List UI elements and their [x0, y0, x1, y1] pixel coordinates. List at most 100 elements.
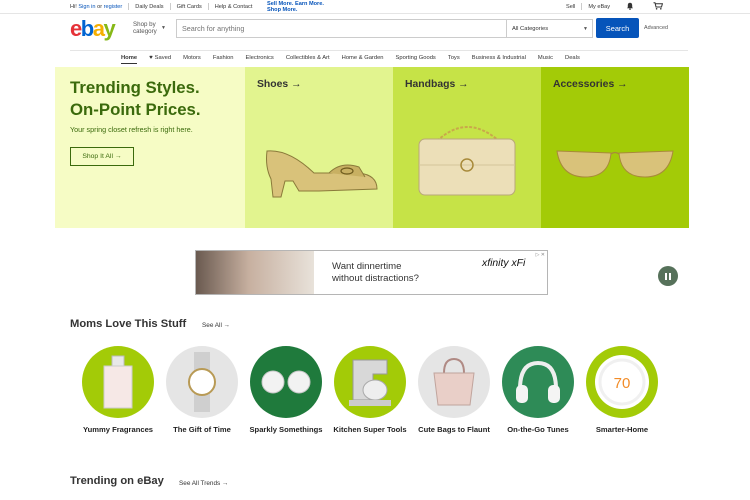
nav-item-collectibles[interactable]: Collectibles & Art — [286, 55, 330, 61]
ad-line-2: without distractions? — [332, 273, 419, 284]
pause-icon — [665, 272, 667, 280]
nav-item-music[interactable]: Music — [538, 55, 553, 61]
help-contact-link[interactable]: Help & Contact — [215, 4, 253, 10]
ad-brand-product: xFi — [511, 258, 526, 269]
hero-subtitle: Your spring closet refresh is right here… — [70, 125, 193, 134]
moms-see-all-link[interactable]: See All → — [202, 322, 230, 329]
category-label: On-the-Go Tunes — [507, 425, 569, 434]
category-label: Yummy Fragrances — [82, 425, 154, 434]
advertisement-banner[interactable]: Want dinnertime without distractions? xf… — [195, 250, 548, 295]
top-bar-right: Sell My eBay — [566, 3, 610, 10]
nav-item-home[interactable]: Home — [121, 55, 138, 64]
nav-item-home-garden[interactable]: Home & Garden — [342, 55, 384, 61]
divider — [581, 3, 583, 10]
category-card-kitchen[interactable]: Kitchen Super Tools — [333, 346, 407, 435]
sell-promo-link[interactable]: Sell More. Earn More. Shop More. — [267, 1, 337, 13]
hero-panel-accessories[interactable]: Accessories → — [541, 67, 689, 228]
hero-panel-label: Handbags — [405, 79, 456, 90]
pause-icon — [669, 272, 671, 280]
moms-section-title: Moms Love This Stuff — [70, 318, 187, 330]
or-text: or — [97, 3, 103, 10]
earrings-icon — [261, 370, 311, 394]
nav-item-fashion[interactable]: Fashion — [213, 55, 234, 61]
advanced-search-link[interactable]: Advanced — [644, 25, 668, 31]
see-all-trends-label: See All Trends — [179, 480, 221, 487]
nav-item-sporting-goods[interactable]: Sporting Goods — [396, 55, 436, 61]
sunglasses-image — [556, 150, 674, 178]
register-link[interactable]: register — [104, 4, 123, 10]
ad-brand: xfinity xFi — [482, 258, 525, 269]
nav-item-toys[interactable]: Toys — [448, 55, 460, 61]
category-card-bags[interactable]: Cute Bags to Flaunt — [418, 346, 490, 435]
heart-icon: ♥ — [149, 55, 153, 61]
chevron-down-icon: ▼ — [161, 25, 166, 31]
see-all-label: See All — [202, 322, 222, 329]
ebay-logo[interactable]: ebay — [70, 16, 116, 41]
category-nav: Home ♥ Saved Motors Fashion Electronics C… — [121, 55, 592, 64]
ad-choices-icon[interactable]: ▷ ✕ — [536, 252, 545, 258]
sign-in-link[interactable]: Sign in — [78, 4, 95, 10]
nav-item-deals[interactable]: Deals — [565, 55, 580, 61]
notification-bell-icon[interactable] — [626, 2, 634, 10]
category-image — [82, 346, 154, 418]
category-label: Smarter-Home — [595, 425, 649, 434]
top-bar-left: Hi! Sign in or register Daily Deals Gift… — [70, 3, 252, 10]
category-image — [334, 346, 406, 418]
hero-banner: Trending Styles. On-Point Prices. Your s… — [55, 67, 689, 286]
my-ebay-link[interactable]: My eBay — [588, 4, 610, 10]
category-card-headphones[interactable]: On-the-Go Tunes — [502, 346, 574, 435]
bag-icon — [433, 357, 475, 406]
search-input[interactable] — [177, 20, 506, 37]
category-image — [502, 346, 574, 418]
gift-cards-link[interactable]: Gift Cards — [177, 4, 202, 10]
top-bar: Hi! Sign in or register Daily Deals Gift… — [0, 0, 750, 14]
nav-item-business[interactable]: Business & Industrial — [472, 55, 526, 61]
hero-panel-title: Accessories → — [553, 79, 628, 90]
category-card-jewelry[interactable]: Sparkly Somethings — [249, 346, 323, 435]
pause-carousel-button[interactable] — [658, 266, 678, 286]
category-select-value: All Categories — [512, 25, 549, 32]
sell-link[interactable]: Sell — [566, 4, 575, 10]
logo-letter-e: e — [70, 16, 82, 41]
divider — [169, 3, 171, 10]
nav-divider — [70, 50, 688, 51]
search-button[interactable]: Search — [596, 18, 639, 38]
ad-photo — [196, 251, 314, 294]
moms-category-list: Yummy Fragrances The Gift of Time Sparkl… — [82, 346, 670, 435]
category-image: 70 — [586, 346, 658, 418]
handbag-image — [418, 126, 516, 196]
divider — [128, 3, 130, 10]
hero-panel-handbags[interactable]: Handbags → — [393, 67, 541, 228]
shop-by-line-2: category — [133, 28, 157, 35]
promo-line-2: Shop More. — [267, 7, 298, 13]
ad-brand-name: xfinity — [482, 258, 509, 269]
stand-mixer-icon — [349, 359, 391, 406]
hero-panel-shoes[interactable]: Shoes → — [245, 67, 393, 228]
headphones-icon — [516, 360, 560, 403]
daily-deals-link[interactable]: Daily Deals — [135, 4, 163, 10]
shop-by-line-1: Shop by — [133, 21, 156, 28]
nav-item-saved-label: Saved — [154, 55, 172, 61]
search-bar: All Categories ▼ — [176, 19, 593, 38]
category-image — [250, 346, 322, 418]
nav-item-motors[interactable]: Motors — [183, 55, 201, 61]
thermostat-icon: 70 — [595, 355, 649, 409]
hero-panel-title: Handbags → — [405, 79, 469, 90]
watch-icon — [188, 352, 216, 412]
shop-by-category-button[interactable]: Shop by category ▼ — [133, 21, 166, 35]
ad-line-1: Want dinnertime — [332, 261, 402, 272]
category-label: The Gift of Time — [173, 425, 231, 434]
logo-letter-b: b — [80, 16, 94, 41]
hero-title: Trending Styles. On-Point Prices. — [70, 77, 201, 121]
shopping-cart-icon[interactable] — [653, 2, 663, 10]
nav-item-saved[interactable]: ♥ Saved — [149, 55, 171, 61]
see-all-trends-link[interactable]: See All Trends → — [179, 480, 228, 487]
shop-it-all-label: Shop It All — [82, 153, 113, 160]
category-card-smart-home[interactable]: 70 Smarter-Home — [586, 346, 658, 435]
category-card-watches[interactable]: The Gift of Time — [166, 346, 238, 435]
nav-item-electronics[interactable]: Electronics — [245, 55, 273, 61]
category-card-fragrances[interactable]: Yummy Fragrances — [82, 346, 154, 435]
category-select[interactable]: All Categories ▼ — [506, 20, 592, 37]
hero-panel-label: Accessories — [553, 79, 615, 90]
shop-it-all-button[interactable]: Shop It All → — [70, 147, 134, 166]
